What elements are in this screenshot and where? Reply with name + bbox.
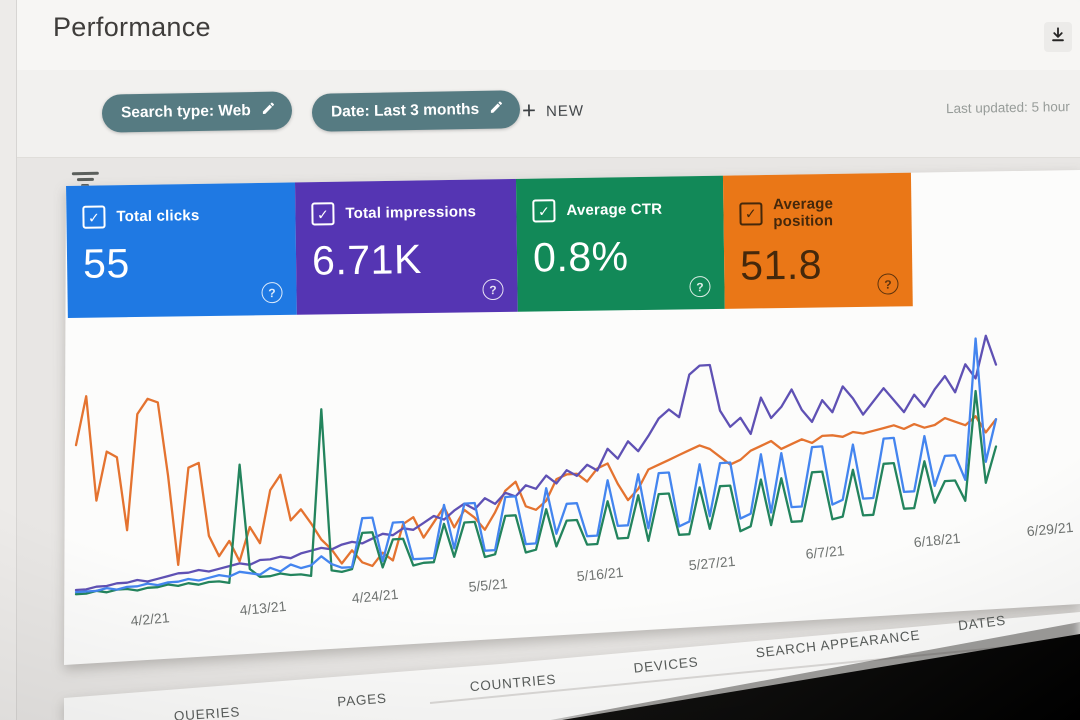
metric-label: Total clicks — [116, 207, 200, 226]
metric-value: 55 — [82, 240, 131, 287]
help-icon[interactable]: ? — [689, 276, 711, 298]
page-title: Performance — [53, 12, 211, 42]
download-icon — [1049, 25, 1067, 50]
new-filter-label: NEW — [545, 101, 585, 120]
new-filter-button[interactable]: + NEW — [521, 97, 585, 125]
series-line-total-clicks — [74, 337, 998, 594]
metric-label: Average position — [772, 195, 834, 231]
chip-search-type[interactable]: Search type: Web — [101, 91, 293, 133]
checkbox-icon[interactable]: ✓ — [82, 205, 106, 229]
metric-label: Average CTR — [566, 200, 663, 220]
metric-card-average-position[interactable]: ✓ Average position 51.8 ? — [722, 172, 913, 309]
checkbox-icon[interactable]: ✓ — [739, 201, 763, 226]
x-axis-tick-label: 6/7/21 — [804, 541, 846, 562]
metric-value: 6.71K — [311, 236, 423, 284]
metric-card-total-impressions[interactable]: ✓ Total impressions 6.71K ? — [294, 177, 518, 315]
chip-date-range[interactable]: Date: Last 3 months — [311, 90, 521, 132]
page-header: Performance — [17, 0, 1080, 71]
screenshot-stage: Performance Search type: Web Date: Last … — [0, 0, 1080, 720]
metric-card-total-clicks[interactable]: ✓ Total clicks 55 ? — [66, 180, 297, 318]
metric-cards-row: ✓ Total clicks 55 ? ✓ Total impressions … — [66, 172, 913, 318]
checkbox-icon[interactable]: ✓ — [311, 202, 335, 226]
series-line-total-impressions — [74, 334, 998, 592]
series-line-average-ctr — [74, 389, 998, 596]
edit-pencil-icon — [489, 99, 504, 119]
performance-line-chart — [74, 334, 998, 596]
checkbox-icon[interactable]: ✓ — [532, 199, 556, 223]
last-updated-text: Last updated: 5 hour — [945, 99, 1070, 117]
chip-search-type-label: Search type: Web — [120, 102, 251, 122]
help-icon[interactable]: ? — [482, 278, 504, 301]
metric-value: 51.8 — [739, 241, 823, 289]
chip-date-range-label: Date: Last 3 months — [330, 100, 480, 121]
left-edge-strip — [0, 0, 17, 720]
download-button[interactable] — [1044, 22, 1072, 52]
edit-pencil-icon — [261, 101, 276, 121]
metric-card-average-ctr[interactable]: ✓ Average CTR 0.8% ? — [515, 174, 725, 312]
metric-label: Total impressions — [345, 203, 477, 223]
help-icon[interactable]: ? — [261, 281, 283, 304]
plus-icon: + — [521, 97, 537, 125]
metric-value: 0.8% — [532, 233, 629, 281]
help-icon[interactable]: ? — [877, 273, 899, 295]
